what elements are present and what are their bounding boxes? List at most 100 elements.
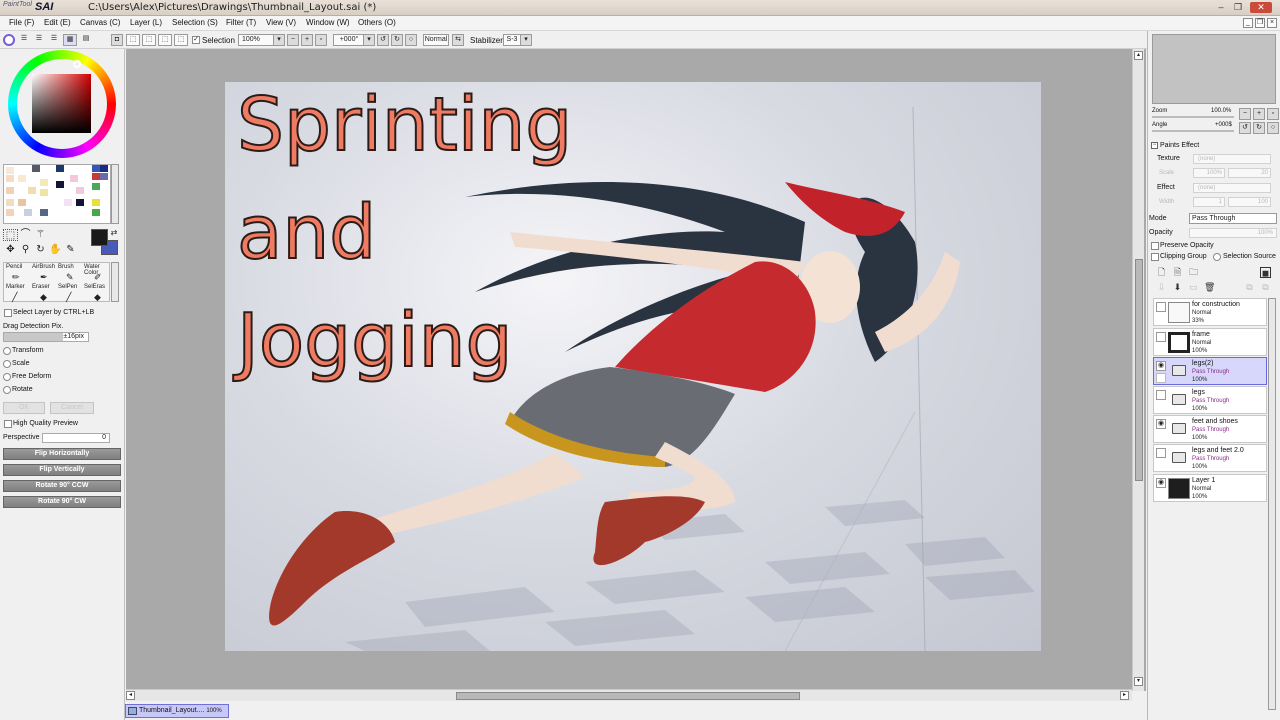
swatch[interactable] [100,173,108,180]
horizontal-scrollbar[interactable]: ◂ ▸ [126,689,1132,701]
swatch[interactable] [40,179,48,186]
scroll-right-icon[interactable]: ▸ [1120,691,1129,700]
rgb-slider-icon[interactable]: ☰ [18,34,30,46]
swatch[interactable] [6,209,14,216]
visibility-toggle[interactable] [1156,448,1166,458]
layer-option-a-icon[interactable]: ⧉ [1244,282,1255,293]
mdi-minimize-icon[interactable]: _ [1243,18,1253,28]
swatch[interactable] [92,199,100,206]
swatches-icon[interactable]: ☰ [48,34,60,46]
rotate-cw-button[interactable]: Rotate 90° CW [3,496,121,508]
vertical-scroll-thumb[interactable] [1135,259,1143,481]
rotation-field[interactable]: +000° [333,34,365,46]
rotate-ccw-icon[interactable]: ↺ [377,34,389,46]
new-folder-icon[interactable]: 🗀 [1188,267,1199,278]
visibility-toggle[interactable] [1156,390,1166,400]
mode-select[interactable]: Pass Through [1189,213,1277,224]
layer-item[interactable]: ◉ feet and shoes Pass Through 100% [1153,415,1267,443]
tool-marker[interactable]: Marker [6,284,25,290]
texture-field[interactable]: (none) [1193,154,1271,164]
layer-item[interactable]: ◉ legs(2) Pass Through 100% [1153,357,1267,385]
menu-window[interactable]: Window (W) [306,18,350,27]
layer-option-b-icon[interactable]: ⧉ [1260,282,1271,293]
opacity-slider[interactable]: 100% [1189,228,1277,238]
selection-checkbox[interactable]: ✓ [192,36,200,44]
clipping-group-checkbox[interactable] [1151,253,1159,261]
tool-brush[interactable]: Brush [58,264,74,270]
hide-selection-icon[interactable]: ⬚ [158,34,172,46]
swatch[interactable] [76,187,84,194]
swatch[interactable] [6,187,14,194]
swatch-scrollbar[interactable] [111,164,119,224]
tool-selpen[interactable]: SelPen [58,284,77,290]
swatch[interactable] [76,199,84,206]
color-saturation-square[interactable] [32,74,91,133]
selection-edge-icon[interactable]: ⬚ [174,34,188,46]
select-layer-ctrl-checkbox[interactable] [4,309,12,317]
zoom-out-icon[interactable]: − [287,34,299,46]
visibility-toggle[interactable] [1156,302,1166,312]
blend-mode-field[interactable]: Normal [423,34,449,46]
new-layer-icon[interactable]: 🗋 [1156,267,1167,278]
navigator-preview[interactable] [1152,34,1276,104]
hq-preview-checkbox[interactable] [4,420,12,428]
swatch[interactable] [40,209,48,216]
zoom-tool-icon[interactable]: ⚲ [18,244,33,256]
rotation-reset-icon[interactable]: ○ [405,34,417,46]
visibility-toggle[interactable]: ◉ [1156,478,1166,488]
swatch[interactable] [6,199,14,206]
swatch-grid[interactable] [3,164,111,224]
scroll-up-icon[interactable]: ▴ [1134,51,1143,60]
mdi-close-icon[interactable]: × [1267,18,1277,28]
paints-effect-collapse-icon[interactable]: − [1151,142,1158,149]
new-linework-layer-icon[interactable]: 🗎 [1172,267,1183,278]
layer-list-scrollbar[interactable] [1268,298,1276,710]
free-deform-radio[interactable] [3,373,11,381]
nav-zoom-out-icon[interactable]: − [1239,108,1251,120]
clear-layer-icon[interactable]: ▭ [1188,282,1199,293]
swatch[interactable] [92,165,100,172]
layer-item[interactable]: legs Pass Through 100% [1153,386,1267,414]
swatch[interactable] [18,175,26,182]
close-icon[interactable]: ✕ [1250,2,1272,13]
eyedropper-icon[interactable]: ✎ [63,244,78,256]
vertical-scrollbar[interactable]: ▴ ▾ [1132,49,1144,691]
scale-field[interactable]: 100% [1193,168,1225,178]
swatch[interactable] [6,175,14,182]
rotate-ccw-button[interactable]: Rotate 90° CCW [3,480,121,492]
swatch[interactable] [56,181,64,188]
perspective-field[interactable]: 0 [42,433,110,443]
flip-vertically-button[interactable]: Flip Vertically [3,464,121,476]
zoom-in-icon[interactable]: + [301,34,313,46]
preserve-opacity-checkbox[interactable] [1151,242,1159,250]
layer-item[interactable]: frame Normal 100% [1153,328,1267,356]
swatch[interactable] [6,167,14,174]
menu-filter[interactable]: Filter (T) [226,18,256,27]
magic-wand-icon[interactable]: ⚚ [33,229,48,241]
menu-canvas[interactable]: Canvas (C) [80,18,120,27]
artwork-canvas[interactable]: Sprinting and Jogging [225,82,1041,651]
menu-others[interactable]: Others (O) [358,18,396,27]
swatch[interactable] [100,165,108,172]
effect-field[interactable]: (none) [1193,183,1271,193]
horizontal-scroll-thumb[interactable] [456,692,800,700]
color-wheel-toggle-icon[interactable] [3,34,15,46]
zoom-reset-icon[interactable]: ▫ [315,34,327,46]
scale-radio[interactable] [3,360,11,368]
mdi-restore-icon[interactable]: ❐ [1255,18,1265,28]
hand-icon[interactable]: ✋ [48,244,63,256]
document-tab[interactable]: Thumbnail_Layout.... 100% [125,704,229,718]
ok-button[interactable]: OK [3,402,45,414]
rotate-tool-icon[interactable]: ↻ [33,244,48,256]
swatch[interactable] [24,209,32,216]
primary-color[interactable] [91,229,108,246]
swatch[interactable] [70,175,78,182]
rect-select-icon[interactable]: ⬚ [3,229,18,241]
tool-eraser[interactable]: Eraser [32,284,50,290]
hsv-slider-icon[interactable]: ☰ [33,34,45,46]
flip-horizontally-button[interactable]: Flip Horizontally [3,448,121,460]
zoom-slider[interactable] [1152,116,1234,118]
width-field[interactable]: 1 [1193,197,1225,207]
panel-toggle-icon[interactable]: ◘ [111,34,123,46]
menu-edit[interactable]: Edit (E) [44,18,71,27]
